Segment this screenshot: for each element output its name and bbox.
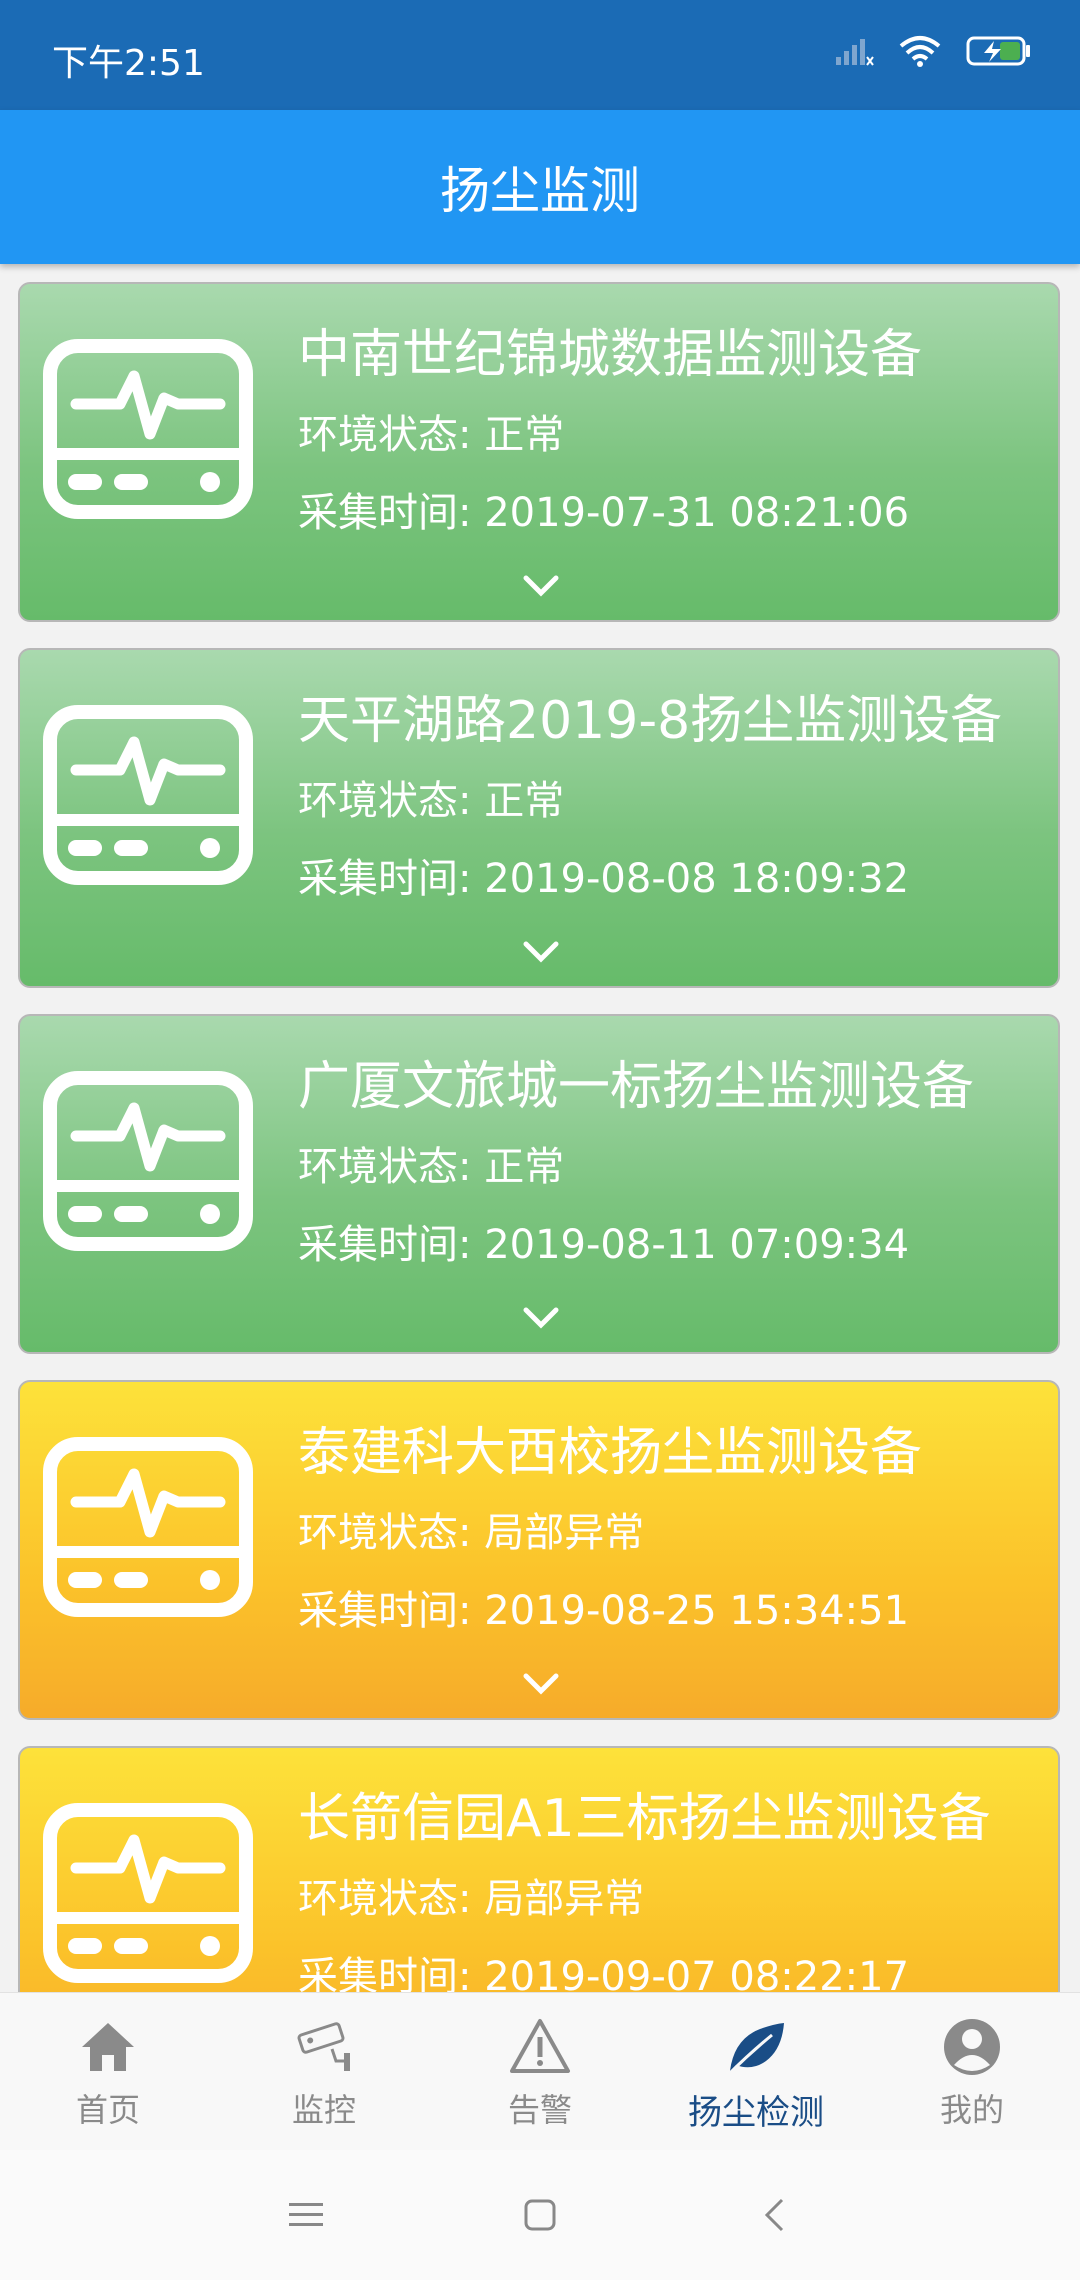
battery-icon	[966, 36, 1030, 66]
app-bar: 扬尘监测	[0, 110, 1080, 264]
device-name: 天平湖路2019-8扬尘监测设备	[298, 691, 1003, 751]
nav-label: 监控	[291, 2091, 356, 2129]
home-icon	[82, 2023, 134, 2071]
chevron-down-icon[interactable]	[522, 940, 560, 964]
device-list[interactable]: 中南世纪锦城数据监测设备 环境状态: 正常 采集时间: 2019-07-31 0…	[0, 264, 1080, 1992]
back-chevron-icon	[764, 2198, 784, 2232]
device-time: 采集时间: 2019-08-25 15:34:51	[298, 1588, 910, 1634]
home-button[interactable]	[518, 2193, 562, 2237]
device-card[interactable]: 中南世纪锦城数据监测设备 环境状态: 正常 采集时间: 2019-07-31 0…	[18, 282, 1060, 622]
device-time: 采集时间: 2019-08-11 07:09:34	[298, 1222, 910, 1268]
device-status: 环境状态: 局部异常	[298, 1510, 645, 1556]
nav-item-dust-detection[interactable]: 扬尘检测	[648, 1993, 864, 2151]
status-icons	[834, 34, 1032, 68]
back-button[interactable]	[752, 2193, 796, 2237]
leaf-icon	[728, 2023, 784, 2075]
device-card[interactable]: 广厦文旅城一标扬尘监测设备 环境状态: 正常 采集时间: 2019-08-11 …	[18, 1014, 1060, 1354]
nav-item-mine[interactable]: 我的	[864, 1993, 1080, 2151]
nav-item-home[interactable]: 首页	[0, 1993, 216, 2151]
device-time: 采集时间: 2019-09-07 08:22:17	[298, 1954, 910, 1992]
monitor-device-icon	[43, 1437, 253, 1617]
warning-icon	[510, 2019, 570, 2073]
device-name: 中南世纪锦城数据监测设备	[298, 325, 923, 385]
system-nav-bar	[0, 2150, 1080, 2280]
device-status: 环境状态: 局部异常	[298, 1876, 645, 1922]
chevron-down-icon[interactable]	[522, 574, 560, 598]
user-icon	[944, 2019, 1000, 2075]
chevron-down-icon[interactable]	[522, 1672, 560, 1696]
device-status: 环境状态: 正常	[298, 1144, 565, 1190]
monitor-device-icon	[43, 1803, 253, 1983]
nav-label: 首页	[75, 2091, 140, 2129]
nav-label: 告警	[507, 2091, 572, 2129]
device-name: 广厦文旅城一标扬尘监测设备	[298, 1057, 975, 1117]
nav-label: 扬尘检测	[688, 2093, 824, 2133]
status-bar: 下午2:51	[0, 0, 1080, 110]
device-time: 采集时间: 2019-07-31 08:21:06	[298, 490, 910, 536]
monitor-device-icon	[43, 339, 253, 519]
status-time: 下午2:51	[52, 43, 205, 84]
camera-icon	[297, 2022, 350, 2071]
chevron-down-icon[interactable]	[522, 1306, 560, 1330]
device-card[interactable]: 泰建科大西校扬尘监测设备 环境状态: 局部异常 采集时间: 2019-08-25…	[18, 1380, 1060, 1720]
square-icon	[524, 2199, 556, 2231]
menu-button[interactable]	[284, 2193, 328, 2237]
page-title: 扬尘监测	[440, 162, 640, 220]
device-name: 长箭信园A1三标扬尘监测设备	[298, 1789, 991, 1849]
device-status: 环境状态: 正常	[298, 412, 565, 458]
signal-icon	[836, 39, 874, 66]
nav-item-monitor[interactable]: 监控	[216, 1993, 432, 2151]
wifi-icon	[899, 36, 941, 67]
bottom-nav: 首页 监控 告警 扬尘检测 我的	[0, 1992, 1080, 2151]
device-card[interactable]: 天平湖路2019-8扬尘监测设备 环境状态: 正常 采集时间: 2019-08-…	[18, 648, 1060, 988]
monitor-device-icon	[43, 1071, 253, 1251]
monitor-device-icon	[43, 705, 253, 885]
nav-item-alarm[interactable]: 告警	[432, 1993, 648, 2151]
device-status: 环境状态: 正常	[298, 778, 565, 824]
device-card[interactable]: 长箭信园A1三标扬尘监测设备 环境状态: 局部异常 采集时间: 2019-09-…	[18, 1746, 1060, 1992]
menu-icon	[289, 2203, 323, 2226]
nav-label: 我的	[939, 2091, 1004, 2129]
device-time: 采集时间: 2019-08-08 18:09:32	[298, 856, 910, 902]
device-name: 泰建科大西校扬尘监测设备	[298, 1423, 923, 1483]
